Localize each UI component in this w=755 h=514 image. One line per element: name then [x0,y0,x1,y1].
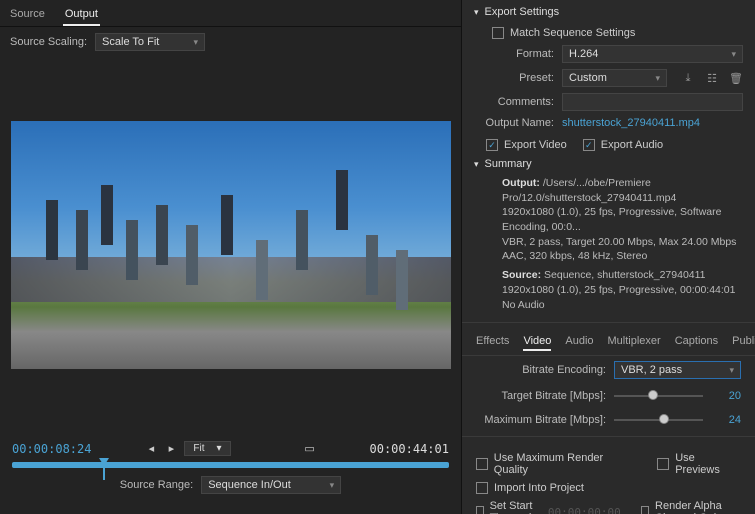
preview-panel: Source Output Source Scaling: Scale To F… [0,0,462,514]
summary-source-label: Source: [502,269,541,281]
chevron-down-icon: ▾ [729,365,734,376]
chevron-down-icon: ▾ [330,480,335,491]
import-into-project-label: Import Into Project [494,482,584,494]
source-scaling-row: Source Scaling: Scale To Fit ▾ [0,27,461,57]
subtab-audio[interactable]: Audio [565,333,593,351]
duration-timecode: 00:00:44:01 [370,442,449,456]
target-bitrate-slider[interactable] [614,389,703,403]
source-scaling-label: Source Scaling: [10,36,87,48]
import-preset-icon[interactable]: ☷ [705,71,719,85]
output-name-label: Output Name: [474,117,554,129]
export-settings-panel: ▾ Export Settings Match Sequence Setting… [462,0,755,514]
max-render-quality-checkbox[interactable] [476,458,488,470]
aspect-ratio-button[interactable]: ▭ [303,442,317,456]
timeline-bar: 00:00:08:24 ◂ ▸ Fit ▾ ▭ 00:00:44:01 Sour… [0,433,461,514]
export-audio-checkbox[interactable] [583,139,595,151]
target-bitrate-label: Target Bitrate [Mbps]: [476,390,606,402]
import-into-project-checkbox[interactable] [476,482,488,494]
use-previews-checkbox[interactable] [657,458,669,470]
bitrate-encoding-label: Bitrate Encoding: [476,364,606,376]
source-scaling-select[interactable]: Scale To Fit ▾ [95,33,205,51]
summary-output-label: Output: [502,177,540,189]
match-sequence-label: Match Sequence Settings [510,27,635,39]
subtab-effects[interactable]: Effects [476,333,509,351]
match-sequence-checkbox[interactable] [492,27,504,39]
tab-output[interactable]: Output [63,4,100,26]
summary-source-res: 1920x1080 (1.0), 25 fps, Progressive, 00… [502,283,743,298]
settings-subtabs: Effects Video Audio Multiplexer Captions… [462,327,755,356]
tab-source[interactable]: Source [8,4,47,26]
source-range-select[interactable]: Sequence In/Out ▾ [201,476,341,494]
preset-value: Custom [569,72,607,84]
source-range-label: Source Range: [120,479,193,491]
source-scaling-value: Scale To Fit [102,36,159,48]
preview-tabs: Source Output [0,0,461,27]
delete-preset-icon[interactable]: 🗑 [729,71,743,85]
zoom-fit-select[interactable]: Fit ▾ [184,441,230,456]
summary-output-bitrate: VBR, 2 pass, Target 20.00 Mbps, Max 24.0… [502,235,743,250]
subtab-video[interactable]: Video [523,333,551,351]
timeline-track[interactable] [12,462,449,468]
chevron-down-icon: ▾ [731,49,736,60]
preset-select[interactable]: Custom ▾ [562,69,667,87]
comments-label: Comments: [474,96,554,108]
comments-input[interactable] [562,93,743,111]
format-label: Format: [474,48,554,60]
video-preview[interactable] [11,121,451,369]
chevron-down-icon: ▾ [655,73,660,84]
render-alpha-checkbox[interactable] [641,506,649,514]
playhead[interactable] [99,458,109,466]
render-alpha-label: Render Alpha Channel Only [655,500,741,514]
subtab-multiplexer[interactable]: Multiplexer [608,333,661,351]
bottom-options: Use Maximum Render Quality Use Previews … [462,441,755,514]
playback-controls: ◂ ▸ Fit ▾ ▭ [144,441,316,456]
target-bitrate-value[interactable]: 20 [711,390,741,402]
set-start-tc-checkbox[interactable] [476,506,484,514]
max-bitrate-value[interactable]: 24 [711,414,741,426]
bitrate-encoding-select[interactable]: VBR, 2 pass ▾ [614,361,741,379]
export-settings-header[interactable]: ▾ Export Settings [474,6,743,18]
summary-title: Summary [485,158,532,170]
max-bitrate-slider[interactable] [614,413,703,427]
chevron-down-icon: ▾ [194,37,199,48]
summary-header[interactable]: ▾ Summary [474,158,743,170]
chevron-down-icon: ▾ [474,159,479,170]
prev-frame-button[interactable]: ◂ [144,442,158,456]
current-timecode[interactable]: 00:00:08:24 [12,442,91,456]
chevron-down-icon: ▾ [217,443,222,454]
source-range-value: Sequence In/Out [208,479,291,491]
chevron-down-icon: ▾ [474,7,479,18]
set-start-tc-label: Set Start Timecode [490,500,542,514]
use-previews-label: Use Previews [675,452,741,476]
summary-output-audio: AAC, 320 kbps, 48 kHz, Stereo [502,249,743,264]
start-tc-value: 00:00:00:00 [548,506,621,514]
next-frame-button[interactable]: ▸ [164,442,178,456]
summary-output-res: 1920x1080 (1.0), 25 fps, Progressive, So… [502,205,743,234]
preset-label: Preset: [474,72,554,84]
max-bitrate-label: Maximum Bitrate [Mbps]: [476,414,606,426]
subtab-captions[interactable]: Captions [675,333,718,351]
export-video-label: Export Video [504,139,567,151]
subtab-publish[interactable]: Publish [732,333,755,351]
export-audio-label: Export Audio [601,139,663,151]
output-name-link[interactable]: shutterstock_27940411.mp4 [562,117,700,129]
format-select[interactable]: H.264 ▾ [562,45,743,63]
save-preset-icon[interactable]: ⤓ [681,71,695,85]
zoom-fit-value: Fit [193,443,204,454]
summary-block: Output: /Users/.../obe/Premiere Pro/12.0… [474,176,743,312]
export-video-checkbox[interactable] [486,139,498,151]
summary-source-seq: Sequence, shutterstock_27940411 [544,269,706,281]
format-value: H.264 [569,48,598,60]
summary-source-audio: No Audio [502,298,743,313]
export-settings-title: Export Settings [485,6,560,18]
preview-area [0,57,461,433]
max-render-quality-label: Use Maximum Render Quality [494,452,638,476]
bitrate-encoding-value: VBR, 2 pass [621,364,682,376]
